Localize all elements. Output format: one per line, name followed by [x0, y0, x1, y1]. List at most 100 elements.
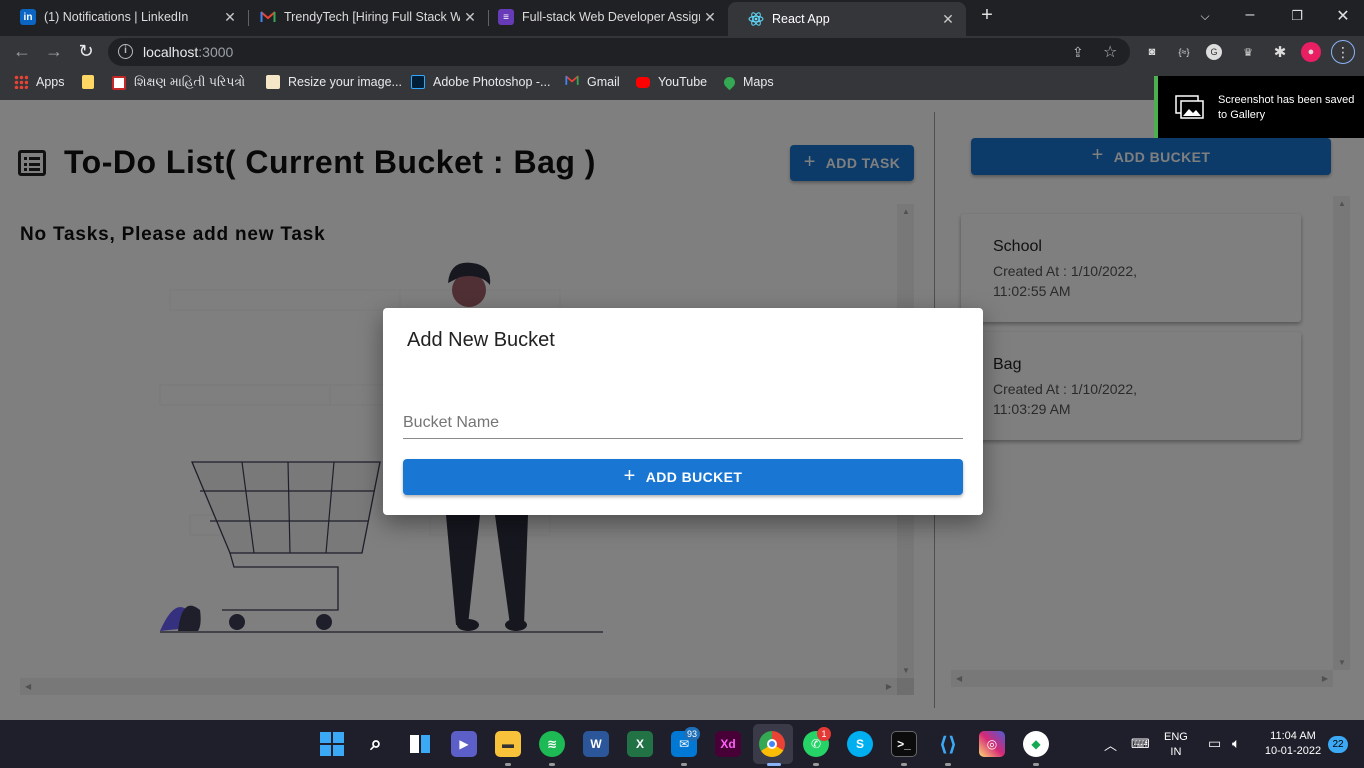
task-view-icon[interactable]	[407, 731, 433, 757]
language-indicator[interactable]: ENG IN	[1164, 730, 1188, 760]
show-hidden-icons[interactable]: ︿	[1104, 735, 1117, 754]
bookmark-folder[interactable]	[82, 75, 102, 89]
minimize-button[interactable]: –	[1238, 6, 1262, 24]
close-icon[interactable]: ✕	[220, 9, 240, 26]
gmail-icon	[260, 9, 276, 25]
extensions-puzzle-icon[interactable]: ✱	[1270, 42, 1290, 62]
teams-chat-icon[interactable]: ▶	[451, 731, 477, 757]
bookmark-shikshan[interactable]: શિક્ષણ માહિતી પરિપત્રો	[112, 75, 245, 90]
chrome-icon[interactable]	[759, 731, 785, 757]
bookmark-label: Gmail	[587, 75, 620, 89]
react-icon	[748, 11, 764, 27]
dialog-title: Add New Bucket	[407, 329, 555, 351]
mongodb-compass-icon[interactable]: ◆	[1023, 731, 1049, 757]
bookmark-resize[interactable]: Resize your image...	[266, 75, 402, 89]
volume-icon[interactable]: 🔈︎	[1232, 735, 1240, 752]
instagram-icon[interactable]: ◎	[979, 731, 1005, 757]
bookmark-star-icon[interactable]: ☆	[1103, 42, 1117, 62]
tab-title: React App	[772, 12, 830, 26]
gmail-icon	[565, 75, 579, 89]
skype-icon[interactable]: S	[847, 731, 873, 757]
word-icon[interactable]: W	[583, 731, 609, 757]
screenshot-toast[interactable]: Screenshot has been saved to Gallery	[1154, 76, 1364, 138]
windows-taskbar: ⌕ ▶ ▬ ≋ W X ✉ 93 Xd ✆ 1 S >_ ⟨⟩ ◎ ◆ ︿ ⌨ …	[0, 720, 1364, 768]
notification-center-badge[interactable]: 22	[1328, 736, 1348, 753]
terminal-icon[interactable]: >_	[891, 731, 917, 757]
lang-code: ENG	[1164, 731, 1188, 743]
browser-menu-icon[interactable]: ⋮	[1331, 40, 1355, 64]
toast-message: Screenshot has been saved to Gallery	[1218, 94, 1355, 121]
browser-tab-strip: in (1) Notifications | LinkedIn ✕ Trendy…	[0, 0, 1364, 36]
vscode-icon[interactable]: ⟨⟩	[935, 731, 961, 757]
button-label: ADD BUCKET	[645, 469, 743, 485]
tab-title: (1) Notifications | LinkedIn	[44, 10, 189, 24]
adobe-xd-icon[interactable]: Xd	[715, 731, 741, 757]
bookmark-apps[interactable]: Apps	[14, 75, 65, 89]
maps-pin-icon	[721, 74, 738, 90]
search-icon[interactable]: ⌕	[363, 731, 389, 757]
photoshop-icon	[411, 75, 425, 89]
bookmark-label: Apps	[36, 75, 65, 89]
file-explorer-icon[interactable]: ▬	[495, 731, 521, 757]
share-icon[interactable]: ⇪	[1072, 44, 1084, 61]
tab-trendytech[interactable]: TrendyTech [Hiring Full Stack Web ✕	[240, 0, 488, 34]
network-icon[interactable]: ▭	[1208, 735, 1221, 752]
extension-crown-icon[interactable]: ♛	[1238, 42, 1258, 62]
keyboard-icon[interactable]: ⌨	[1131, 736, 1150, 752]
extension-grammar-icon[interactable]: G	[1206, 44, 1222, 60]
lang-region: IN	[1170, 746, 1182, 758]
profile-avatar[interactable]: ●	[1301, 42, 1321, 62]
address-toolbar: ← → ↻ i localhost:3000 ⇪ ☆ ◙ {≈} G ♛ ✱ ●…	[0, 36, 1364, 68]
url-text: localhost:3000	[143, 44, 234, 60]
whatsapp-badge: 1	[817, 727, 831, 741]
reload-button[interactable]: ↻	[75, 41, 97, 62]
bookmark-label: Maps	[743, 75, 774, 89]
resize-site-icon	[266, 75, 280, 89]
window-close-button[interactable]: ✕	[1331, 6, 1355, 26]
tab-react-app[interactable]: React App ✕	[728, 2, 966, 36]
restore-button[interactable]: ❐	[1285, 8, 1309, 24]
plus-icon: +	[623, 464, 636, 487]
bucket-name-input[interactable]	[403, 410, 963, 438]
clock[interactable]: 11:04 AM 10-01-2022	[1260, 729, 1326, 759]
bookmark-label: શિક્ષણ માહિતી પરિપત્રો	[134, 75, 246, 89]
mail-badge: 93	[684, 727, 701, 741]
back-button[interactable]: ←	[11, 41, 33, 62]
extension-loop-icon[interactable]: ◙	[1142, 42, 1162, 62]
tab-title: TrendyTech [Hiring Full Stack Web	[284, 10, 460, 24]
add-bucket-dialog: Add New Bucket Bucket Name + ADD BUCKET	[383, 308, 983, 515]
tab-search-icon[interactable]: ⌵	[1193, 9, 1217, 24]
clock-time: 11:04 AM	[1270, 730, 1316, 742]
close-icon[interactable]: ✕	[938, 11, 958, 28]
forms-icon: ≡	[498, 9, 514, 25]
clock-date: 10-01-2022	[1264, 745, 1322, 757]
excel-icon[interactable]: X	[627, 731, 653, 757]
close-icon[interactable]: ✕	[700, 9, 720, 26]
site-info-icon[interactable]: i	[118, 44, 133, 59]
tab-title: Full-stack Web Developer Assignm	[522, 10, 700, 24]
extension-braces-icon[interactable]: {≈}	[1174, 42, 1194, 62]
linkedin-icon: in	[20, 9, 36, 25]
spotify-icon[interactable]: ≋	[539, 731, 565, 757]
tab-assignment[interactable]: ≡ Full-stack Web Developer Assignm ✕	[478, 0, 728, 34]
gallery-icon	[1175, 95, 1204, 119]
bookmark-gmail[interactable]: Gmail	[565, 75, 620, 89]
new-tab-button[interactable]: +	[975, 4, 999, 27]
site-icon	[112, 75, 126, 90]
bookmark-label: Adobe Photoshop -...	[433, 75, 551, 89]
forward-button[interactable]: →	[43, 41, 65, 62]
bookmark-photoshop[interactable]: Adobe Photoshop -...	[411, 75, 550, 89]
bookmark-youtube[interactable]: YouTube	[636, 75, 707, 89]
address-bar[interactable]: i localhost:3000 ⇪ ☆	[108, 38, 1130, 66]
apps-grid-icon	[14, 75, 28, 89]
youtube-icon	[636, 76, 650, 88]
bookmark-label: Resize your image...	[288, 75, 402, 89]
tab-linkedin[interactable]: in (1) Notifications | LinkedIn ✕	[0, 0, 248, 34]
bookmark-label: YouTube	[658, 75, 708, 89]
close-icon[interactable]: ✕	[460, 9, 480, 26]
input-underline	[403, 438, 963, 439]
folder-icon	[82, 75, 94, 89]
windows-start-icon[interactable]	[319, 731, 345, 757]
bookmark-maps[interactable]: Maps	[721, 74, 774, 90]
submit-bucket-button[interactable]: + ADD BUCKET	[403, 459, 963, 495]
